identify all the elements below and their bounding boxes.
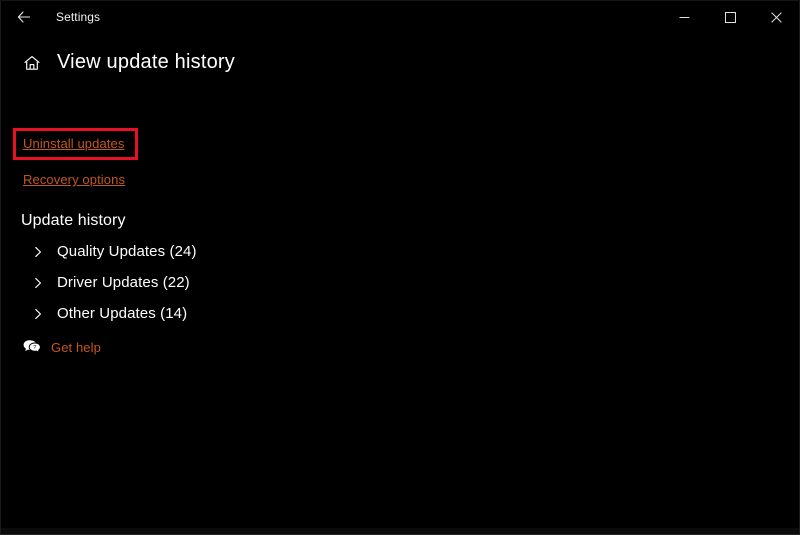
minimize-button[interactable] xyxy=(661,1,707,33)
page-title: View update history xyxy=(57,51,235,73)
app-title: Settings xyxy=(56,10,101,24)
recovery-options-link[interactable]: Recovery options xyxy=(23,172,125,187)
back-arrow-icon xyxy=(16,9,32,25)
update-group-quality-updates[interactable]: Quality Updates (24) xyxy=(27,236,327,267)
svg-text:?: ? xyxy=(33,345,36,351)
update-group-label: Other Updates (14) xyxy=(57,305,188,322)
update-history-group-list: Quality Updates (24) Driver Updates (22)… xyxy=(27,236,327,329)
update-group-label: Quality Updates (24) xyxy=(57,243,197,260)
chevron-right-icon xyxy=(27,241,49,263)
update-group-driver-updates[interactable]: Driver Updates (22) xyxy=(27,267,327,298)
page-header: View update history xyxy=(21,51,235,74)
update-group-label: Driver Updates (22) xyxy=(57,274,190,291)
uninstall-updates-link[interactable]: Uninstall updates xyxy=(23,136,124,151)
settings-window: Settings View update history Uninstall u… xyxy=(0,0,800,535)
get-help-link[interactable]: ? Get help xyxy=(21,337,101,357)
maximize-icon xyxy=(724,11,736,23)
close-button[interactable] xyxy=(753,1,799,33)
update-history-heading: Update history xyxy=(21,212,126,229)
chevron-right-icon xyxy=(27,272,49,294)
page-content: View update history Uninstall updates Re… xyxy=(1,33,799,534)
maximize-button[interactable] xyxy=(707,1,753,33)
chat-help-icon: ? xyxy=(21,337,43,357)
minimize-icon xyxy=(679,12,690,23)
window-bottom-edge xyxy=(1,528,799,534)
update-group-other-updates[interactable]: Other Updates (14) xyxy=(27,298,327,329)
chevron-right-icon xyxy=(27,303,49,325)
back-button[interactable] xyxy=(1,1,47,33)
title-bar: Settings xyxy=(1,1,799,33)
home-icon[interactable] xyxy=(21,52,43,74)
caption-buttons xyxy=(661,1,799,33)
close-icon xyxy=(770,11,782,23)
get-help-label: Get help xyxy=(51,339,101,355)
